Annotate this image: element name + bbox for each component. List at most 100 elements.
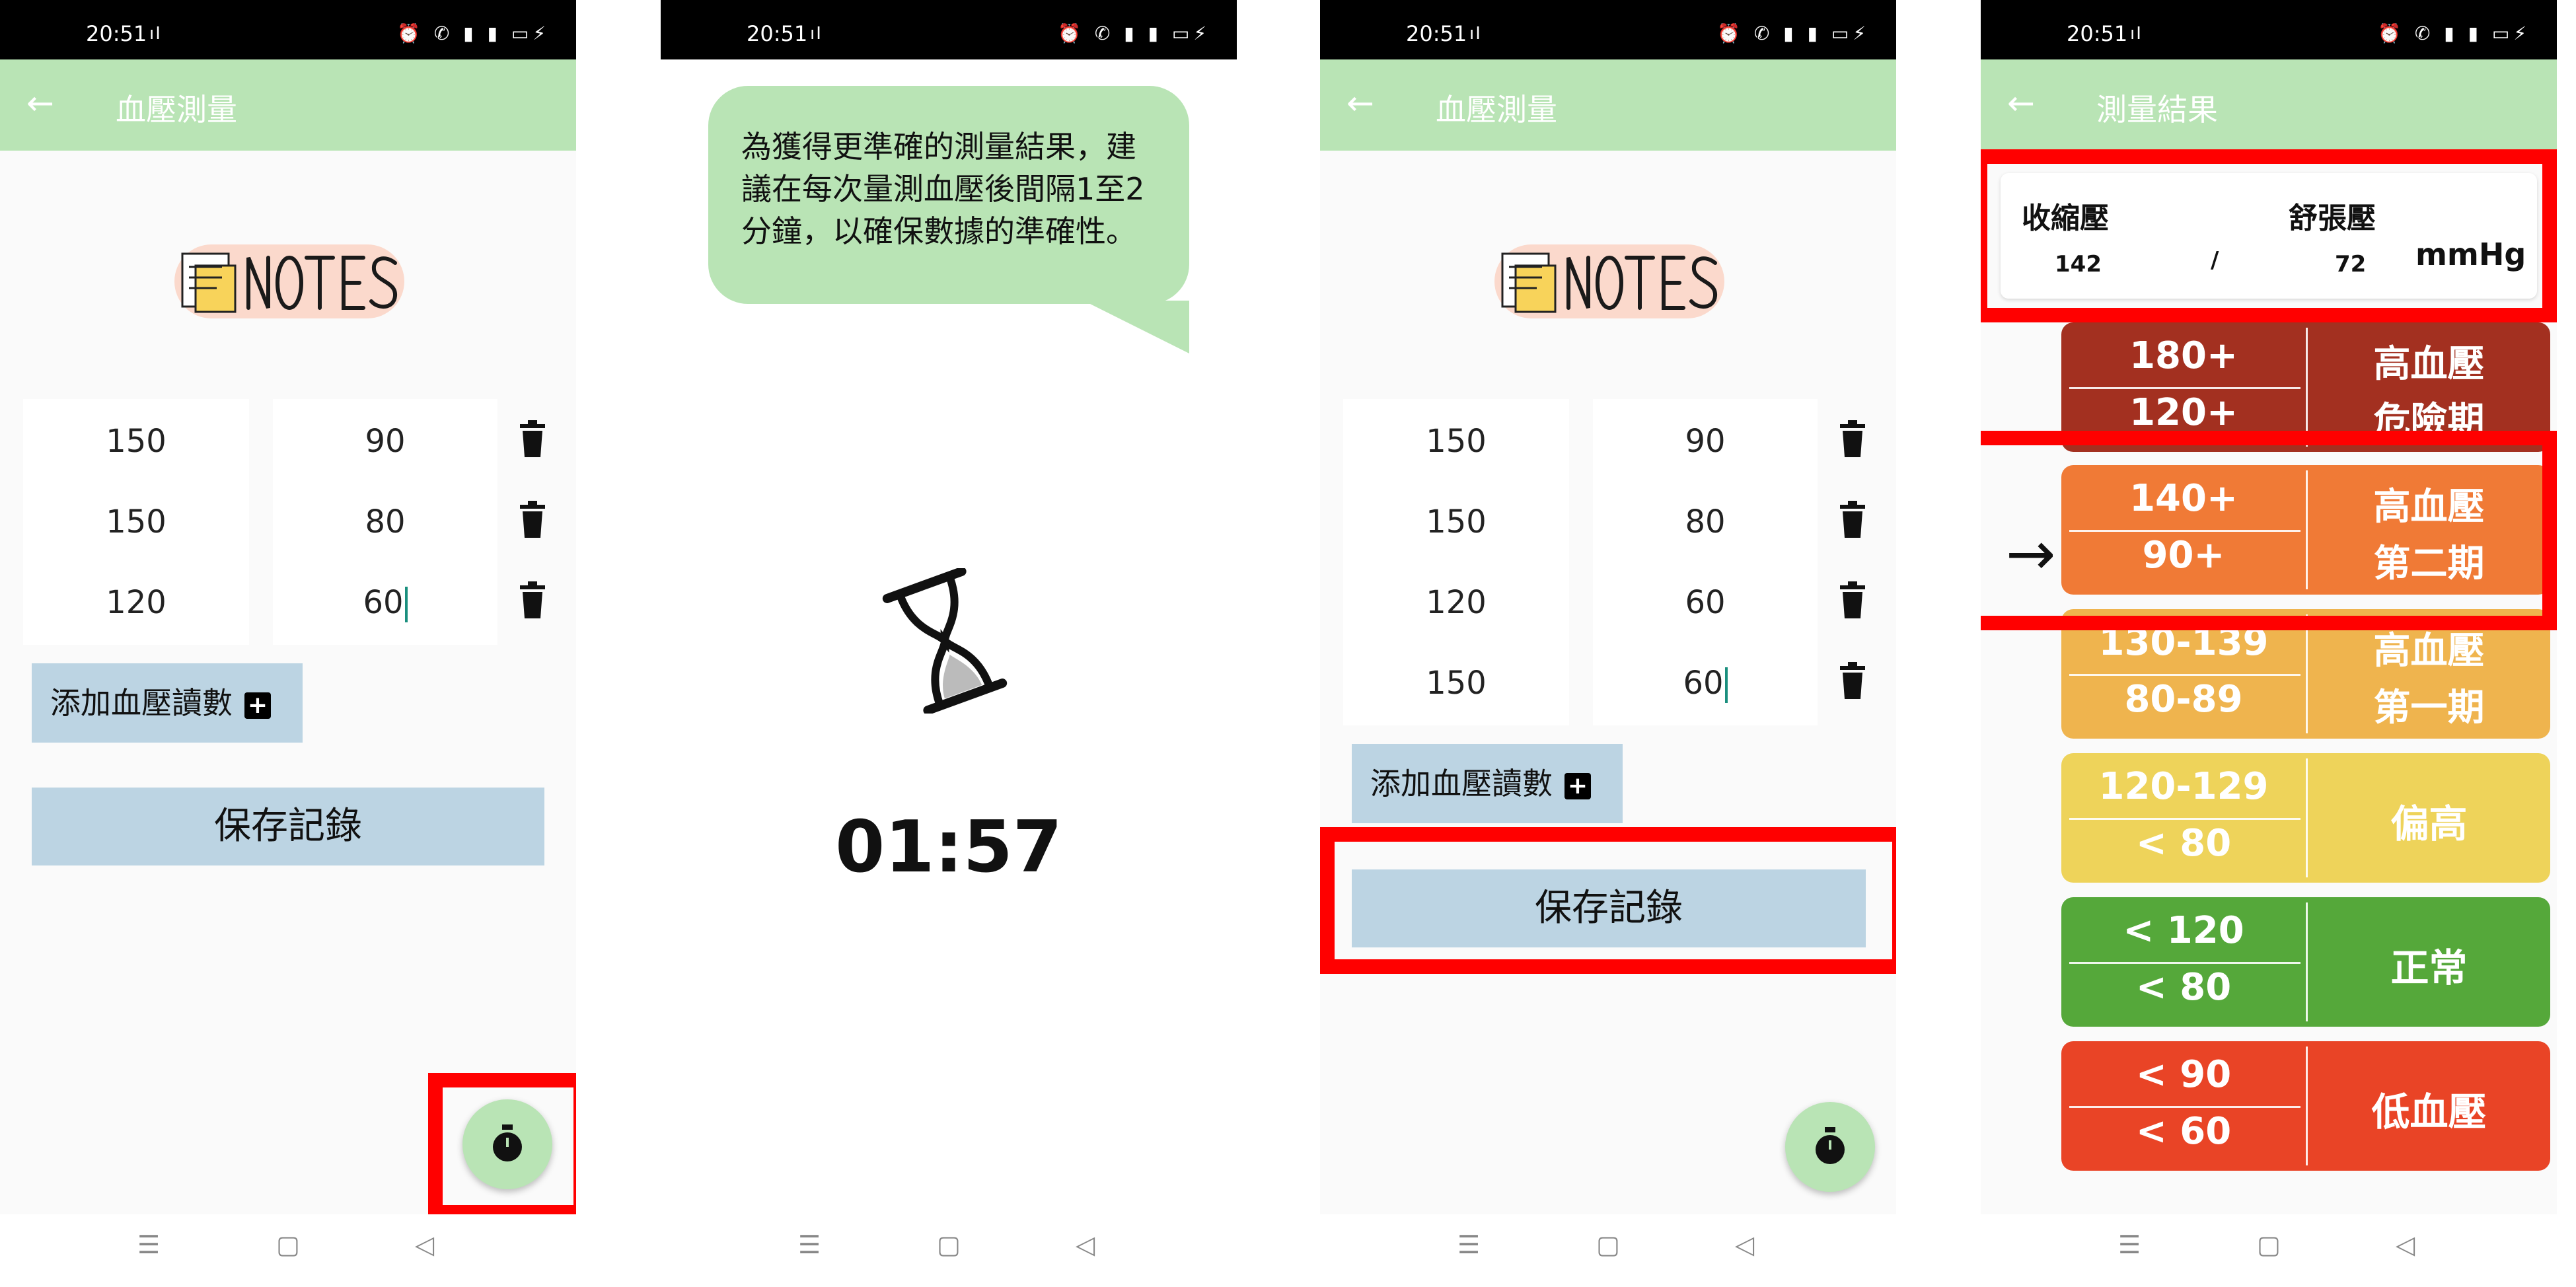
diastolic-field-active[interactable]: 60 xyxy=(273,560,497,645)
text-cursor xyxy=(404,587,408,622)
hourglass-icon xyxy=(882,568,1008,714)
diastolic-field[interactable]: 80 xyxy=(1593,480,1818,564)
back-nav-icon[interactable]: ◁ xyxy=(2396,1230,2415,1259)
system-nav-bar: ☰ ▢ ◁ xyxy=(1320,1214,1896,1287)
system-nav-bar: ☰ ▢ ◁ xyxy=(1981,1214,2557,1287)
category-card-elevated: 120-129 < 80 偏高 xyxy=(2061,753,2550,883)
diastolic-field-active[interactable]: 60 xyxy=(1593,641,1818,725)
signal-icon: ıI xyxy=(810,24,823,44)
screen-measurement-2: 20:51 ıI ⏰ ✆ ▮ ▮ ▭⚡ ← 血壓測量 150 90 150 80… xyxy=(1320,0,1896,1287)
category-diastolic: < 80 xyxy=(2135,822,2232,865)
diastolic-field[interactable]: 60 xyxy=(1593,560,1818,645)
status-bar: 20:51 ıI ⏰ ✆ ▮ ▮ ▭⚡ xyxy=(1981,0,2557,59)
status-icons: ⏰ ✆ ▮ ▮ ▭⚡ xyxy=(1717,22,1870,44)
delete-icon[interactable] xyxy=(1837,661,1868,700)
home-nav-icon[interactable]: ▢ xyxy=(276,1230,300,1259)
home-nav-icon[interactable]: ▢ xyxy=(937,1230,961,1259)
status-icons: ⏰ ✆ ▮ ▮ ▭⚡ xyxy=(1058,22,1210,44)
diastolic-value: 60 xyxy=(363,584,404,621)
status-icons: ⏰ ✆ ▮ ▮ ▭⚡ xyxy=(2378,22,2530,44)
timer-highlight-box xyxy=(428,1073,576,1220)
systolic-field[interactable]: 150 xyxy=(23,399,249,484)
diastolic-field[interactable]: 90 xyxy=(273,399,497,484)
status-bar: 20:51 ıI ⏰ ✆ ▮ ▮ ▭⚡ xyxy=(0,0,576,59)
screen-timer: 20:51 ıI ⏰ ✆ ▮ ▮ ▭⚡ 為獲得更準確的測量結果，建 議在每次量測… xyxy=(661,0,1237,1287)
app-bar: ← 測量結果 xyxy=(1981,59,2557,151)
category-diastolic: 80-89 xyxy=(2124,678,2243,721)
back-arrow-icon[interactable]: ← xyxy=(2007,79,2035,127)
divider xyxy=(2069,387,2300,389)
status-bar: 20:51 ıI ⏰ ✆ ▮ ▮ ▭⚡ xyxy=(1320,0,1896,59)
category-stage: 第一期 xyxy=(2373,686,2485,729)
category-systolic: 120-129 xyxy=(2098,765,2269,808)
diastolic-value: 60 xyxy=(1683,665,1724,702)
back-nav-icon[interactable]: ◁ xyxy=(1076,1230,1095,1259)
delete-icon[interactable] xyxy=(1837,580,1868,620)
notes-logo xyxy=(174,244,404,318)
menu-nav-icon[interactable]: ☰ xyxy=(798,1230,821,1259)
delete-icon[interactable] xyxy=(517,580,548,620)
delete-icon[interactable] xyxy=(517,419,548,459)
delete-icon[interactable] xyxy=(517,499,548,539)
category-diastolic: < 80 xyxy=(2135,966,2232,1009)
screen-results: 20:51 ıI ⏰ ✆ ▮ ▮ ▭⚡ ← 測量結果 收縮壓 舒張壓 142 /… xyxy=(1981,0,2557,1287)
diastolic-field[interactable]: 80 xyxy=(273,480,497,564)
status-time: 20:51 xyxy=(747,21,808,46)
category-card-low: < 90 < 60 低血壓 xyxy=(2061,1041,2550,1171)
notes-logo xyxy=(1494,244,1724,318)
category-name: 偏高 xyxy=(2390,801,2468,846)
page-title: 血壓測量 xyxy=(1436,92,1557,128)
back-nav-icon[interactable]: ◁ xyxy=(415,1230,434,1259)
divider xyxy=(2069,1106,2300,1108)
home-nav-icon[interactable]: ▢ xyxy=(2257,1230,2281,1259)
home-nav-icon[interactable]: ▢ xyxy=(1596,1230,1620,1259)
delete-icon[interactable] xyxy=(1837,499,1868,539)
status-bar: 20:51 ıI ⏰ ✆ ▮ ▮ ▭⚡ xyxy=(661,0,1237,59)
systolic-field[interactable]: 150 xyxy=(1343,641,1569,725)
category-systolic: < 120 xyxy=(2123,909,2244,952)
status-time: 20:51 xyxy=(2067,21,2128,46)
system-nav-bar: ☰ ▢ ◁ xyxy=(0,1214,576,1287)
systolic-field[interactable]: 120 xyxy=(23,560,249,645)
bubble-tail xyxy=(1084,301,1189,353)
plus-icon: + xyxy=(244,692,271,719)
text-cursor xyxy=(1724,667,1728,703)
countdown-timer: 01:57 xyxy=(835,806,1062,889)
category-systolic: 180+ xyxy=(2129,334,2238,377)
category-name: 正常 xyxy=(2390,945,2468,990)
systolic-field[interactable]: 150 xyxy=(1343,399,1569,484)
systolic-field[interactable]: 150 xyxy=(1343,480,1569,564)
divider xyxy=(2069,962,2300,964)
signal-icon: ıI xyxy=(1469,24,1482,44)
signal-icon: ıI xyxy=(2130,24,2143,44)
back-arrow-icon[interactable]: ← xyxy=(1346,79,1374,127)
menu-nav-icon[interactable]: ☰ xyxy=(1457,1230,1480,1259)
category-highlight-box xyxy=(1981,431,2557,630)
save-record-button[interactable]: 保存記錄 xyxy=(32,788,544,865)
diastolic-field[interactable]: 90 xyxy=(1593,399,1818,484)
add-reading-button[interactable]: 添加血壓讀數 + xyxy=(32,663,303,743)
system-nav-bar: ☰ ▢ ◁ xyxy=(661,1214,1237,1287)
tip-line: 議在每次量測血壓後間隔1至2 xyxy=(741,171,1145,207)
category-name: 低血壓 xyxy=(2371,1089,2487,1134)
back-arrow-icon[interactable]: ← xyxy=(26,79,54,127)
signal-icon: ıI xyxy=(149,24,162,44)
divider xyxy=(2069,674,2300,676)
screen-measurement-1: 20:51 ıI ⏰ ✆ ▮ ▮ ▭⚡ ← 血壓測量 150 90 150 80… xyxy=(0,0,576,1287)
add-reading-button[interactable]: 添加血壓讀數 + xyxy=(1352,744,1623,823)
status-time: 20:51 xyxy=(86,21,147,46)
timer-fab[interactable] xyxy=(1785,1102,1875,1192)
back-nav-icon[interactable]: ◁ xyxy=(1735,1230,1754,1259)
divider xyxy=(2069,818,2300,820)
category-diastolic: 120+ xyxy=(2129,391,2238,434)
systolic-field[interactable]: 150 xyxy=(23,480,249,564)
menu-nav-icon[interactable]: ☰ xyxy=(2118,1230,2141,1259)
systolic-field[interactable]: 120 xyxy=(1343,560,1569,645)
add-reading-label: 添加血壓讀數 xyxy=(50,685,233,721)
app-bar: ← 血壓測量 xyxy=(1320,59,1896,151)
tip-line: 為獲得更準確的測量結果，建 xyxy=(741,129,1136,165)
category-diastolic: < 60 xyxy=(2135,1110,2232,1153)
app-bar: ← 血壓測量 xyxy=(0,59,576,151)
delete-icon[interactable] xyxy=(1837,419,1868,459)
menu-nav-icon[interactable]: ☰ xyxy=(137,1230,160,1259)
